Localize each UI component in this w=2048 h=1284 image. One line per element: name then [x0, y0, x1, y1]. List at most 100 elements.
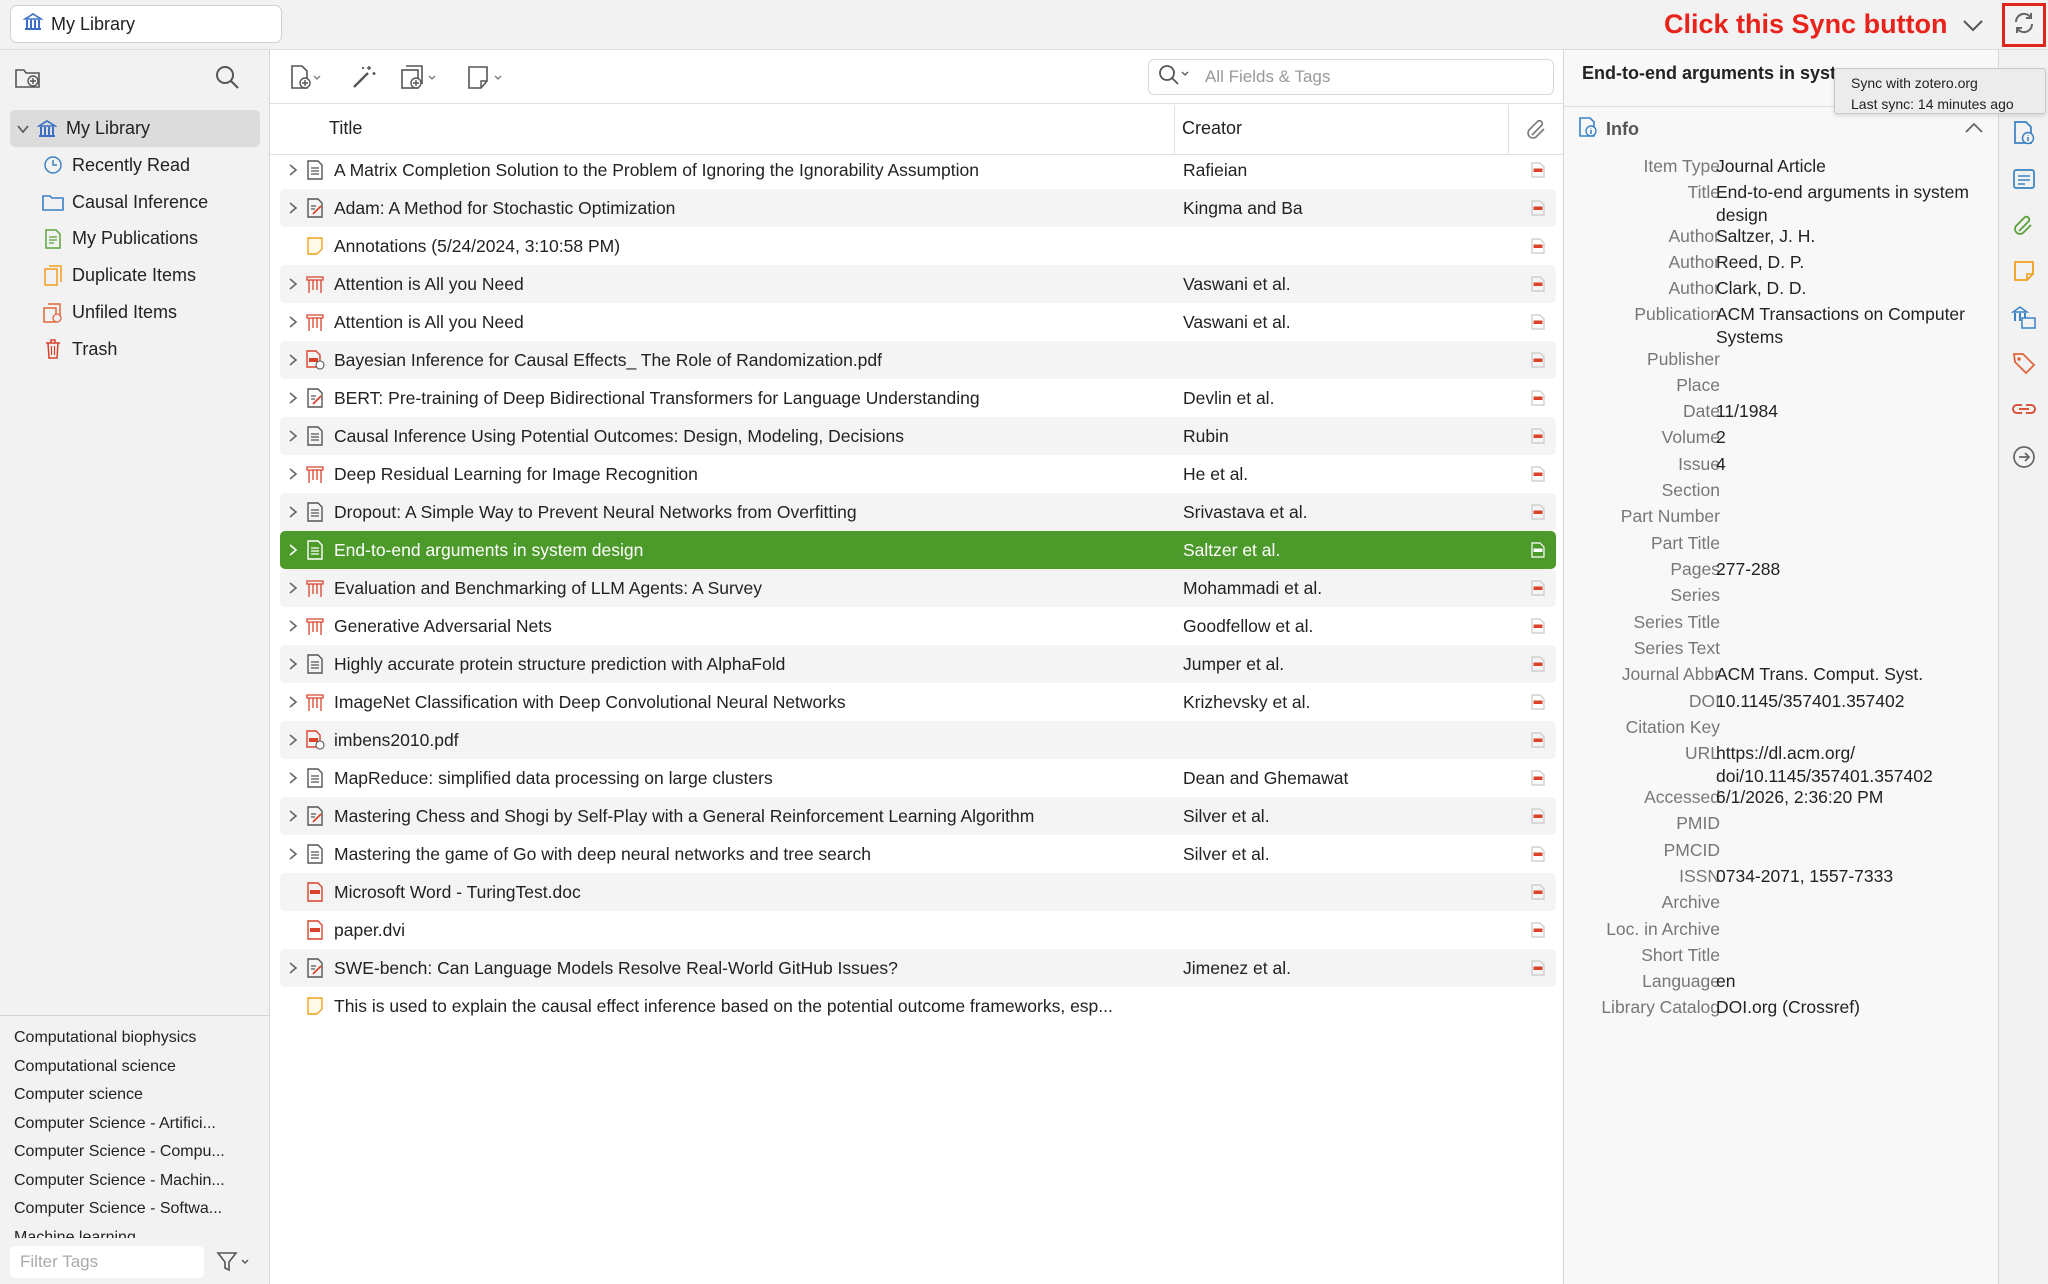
collection-recently-read[interactable]: Recently Read: [10, 147, 260, 184]
tag-item[interactable]: Computational biophysics: [0, 1024, 270, 1053]
item-row[interactable]: Mastering Chess and Shogi by Self-Play w…: [280, 797, 1556, 835]
pdf-attachment-icon[interactable]: [1530, 694, 1546, 715]
pdf-attachment-icon[interactable]: [1530, 466, 1546, 487]
pdf-attachment-icon[interactable]: [1530, 390, 1546, 411]
collection-trash[interactable]: Trash: [10, 331, 260, 368]
item-row[interactable]: Highly accurate protein structure predic…: [280, 645, 1556, 683]
pdf-attachment-icon[interactable]: [1530, 770, 1546, 791]
column-title[interactable]: Title: [329, 118, 362, 139]
item-row[interactable]: Evaluation and Benchmarking of LLM Agent…: [280, 569, 1556, 607]
field-value[interactable]: Saltzer, J. H.: [1716, 225, 1986, 248]
item-row[interactable]: Attention is All you Need Vaswani et al.: [280, 303, 1556, 341]
item-row[interactable]: Generative Adversarial Nets Goodfellow et…: [280, 607, 1556, 645]
field-value[interactable]: 277-288: [1716, 558, 1986, 581]
pdf-attachment-icon[interactable]: [1530, 542, 1546, 563]
search-icon[interactable]: [214, 64, 240, 95]
chevron-down-icon[interactable]: [14, 124, 32, 134]
locate-nav-icon[interactable]: [2011, 444, 2037, 470]
notes-nav-icon[interactable]: [2011, 258, 2037, 284]
chevron-right-icon[interactable]: [284, 771, 302, 785]
search-field[interactable]: All Fields & Tags: [1148, 59, 1554, 95]
chevron-right-icon[interactable]: [284, 809, 302, 823]
tag-item[interactable]: Machine learning: [0, 1224, 270, 1238]
chevron-right-icon[interactable]: [284, 733, 302, 747]
chevron-right-icon[interactable]: [284, 619, 302, 633]
chevron-right-icon[interactable]: [284, 961, 302, 975]
chevron-right-icon[interactable]: [284, 277, 302, 291]
abstract-nav-icon[interactable]: [2011, 166, 2037, 192]
field-value[interactable]: ACM Trans. Comput. Syst.: [1716, 663, 1986, 686]
field-value[interactable]: 0734-2071, 1557-7333: [1716, 865, 1986, 888]
tag-item[interactable]: Computer Science - Machin...: [0, 1167, 270, 1196]
field-value[interactable]: End-to-end arguments in system design: [1716, 181, 1986, 227]
pdf-attachment-icon[interactable]: [1530, 200, 1546, 221]
field-value[interactable]: 4: [1716, 453, 1986, 476]
item-row[interactable]: Adam: A Method for Stochastic Optimizati…: [280, 189, 1556, 227]
item-row[interactable]: End-to-end arguments in system design Sal…: [280, 531, 1556, 569]
search-mode-icon[interactable]: [1157, 63, 1191, 92]
new-collection-icon[interactable]: [14, 64, 42, 95]
chevron-right-icon[interactable]: [284, 505, 302, 519]
column-creator[interactable]: Creator: [1182, 118, 1242, 139]
tags-nav-icon[interactable]: [2011, 350, 2037, 376]
pdf-attachment-icon[interactable]: [1530, 504, 1546, 525]
chevron-down-icon[interactable]: [1960, 12, 1986, 38]
item-row[interactable]: Causal Inference Using Potential Outcome…: [280, 417, 1556, 455]
item-row[interactable]: This is used to explain the causal effec…: [280, 987, 1556, 1025]
field-value[interactable]: https://dl.acm.org/ doi/10.1145/357401.3…: [1716, 742, 1986, 788]
pdf-attachment-icon[interactable]: [1530, 314, 1546, 335]
item-row[interactable]: paper.dvi: [280, 911, 1556, 949]
pdf-attachment-icon[interactable]: [1530, 656, 1546, 677]
item-row[interactable]: BERT: Pre-training of Deep Bidirectional…: [280, 379, 1556, 417]
item-row[interactable]: imbens2010.pdf: [280, 721, 1556, 759]
item-row[interactable]: MapReduce: simplified data processing on…: [280, 759, 1556, 797]
item-row[interactable]: Bayesian Inference for Causal Effects_ T…: [280, 341, 1556, 379]
collection-my-library[interactable]: My Library: [10, 110, 260, 147]
sync-button[interactable]: [2002, 3, 2046, 47]
chevron-right-icon[interactable]: [284, 581, 302, 595]
info-nav-icon[interactable]: [2011, 120, 2037, 146]
tag-item[interactable]: Computer Science - Softwa...: [0, 1195, 270, 1224]
chevron-right-icon[interactable]: [284, 695, 302, 709]
chevron-right-icon[interactable]: [284, 391, 302, 405]
field-value[interactable]: Reed, D. P.: [1716, 251, 1986, 274]
tag-item[interactable]: Computational science: [0, 1053, 270, 1082]
item-row[interactable]: Dropout: A Simple Way to Prevent Neural …: [280, 493, 1556, 531]
attachment-column-icon[interactable]: [1525, 117, 1549, 146]
collection-causal-inference[interactable]: Causal Inference: [10, 184, 260, 221]
new-note-icon[interactable]: [466, 64, 508, 97]
item-row[interactable]: Microsoft Word - TuringTest.doc: [280, 873, 1556, 911]
item-row[interactable]: A Matrix Completion Solution to the Prob…: [280, 151, 1556, 189]
collection-my-publications[interactable]: My Publications: [10, 220, 260, 257]
magic-wand-icon[interactable]: [350, 63, 378, 96]
tag-item[interactable]: Computer Science - Compu...: [0, 1138, 270, 1167]
chevron-right-icon[interactable]: [284, 657, 302, 671]
chevron-right-icon[interactable]: [284, 467, 302, 481]
pdf-attachment-icon[interactable]: [1530, 352, 1546, 373]
pdf-attachment-icon[interactable]: [1530, 580, 1546, 601]
pdf-attachment-icon[interactable]: [1530, 162, 1546, 183]
item-row[interactable]: Annotations (5/24/2024, 3:10:58 PM): [280, 227, 1556, 265]
pdf-attachment-icon[interactable]: [1530, 846, 1546, 867]
filter-icon[interactable]: [216, 1250, 252, 1279]
filter-tags-input[interactable]: Filter Tags: [10, 1246, 204, 1278]
pdf-attachment-icon[interactable]: [1530, 808, 1546, 829]
field-value[interactable]: Clark, D. D.: [1716, 277, 1986, 300]
pdf-attachment-icon[interactable]: [1530, 238, 1546, 259]
pdf-attachment-icon[interactable]: [1530, 922, 1546, 943]
info-section-header[interactable]: Info: [1578, 116, 1639, 143]
field-value[interactable]: en: [1716, 970, 1986, 993]
pdf-attachment-icon[interactable]: [1530, 276, 1546, 297]
chevron-up-icon[interactable]: [1964, 120, 1984, 140]
chevron-right-icon[interactable]: [284, 429, 302, 443]
chevron-right-icon[interactable]: [284, 163, 302, 177]
chevron-right-icon[interactable]: [284, 543, 302, 557]
field-value[interactable]: 11/1984: [1716, 400, 1986, 423]
related-nav-icon[interactable]: [2011, 396, 2037, 422]
new-item-icon[interactable]: [288, 64, 324, 97]
chevron-right-icon[interactable]: [284, 201, 302, 215]
item-row[interactable]: Mastering the game of Go with deep neura…: [280, 835, 1556, 873]
field-value[interactable]: 2: [1716, 426, 1986, 449]
item-row[interactable]: SWE-bench: Can Language Models Resolve R…: [280, 949, 1556, 987]
add-attachment-icon[interactable]: [398, 64, 440, 97]
